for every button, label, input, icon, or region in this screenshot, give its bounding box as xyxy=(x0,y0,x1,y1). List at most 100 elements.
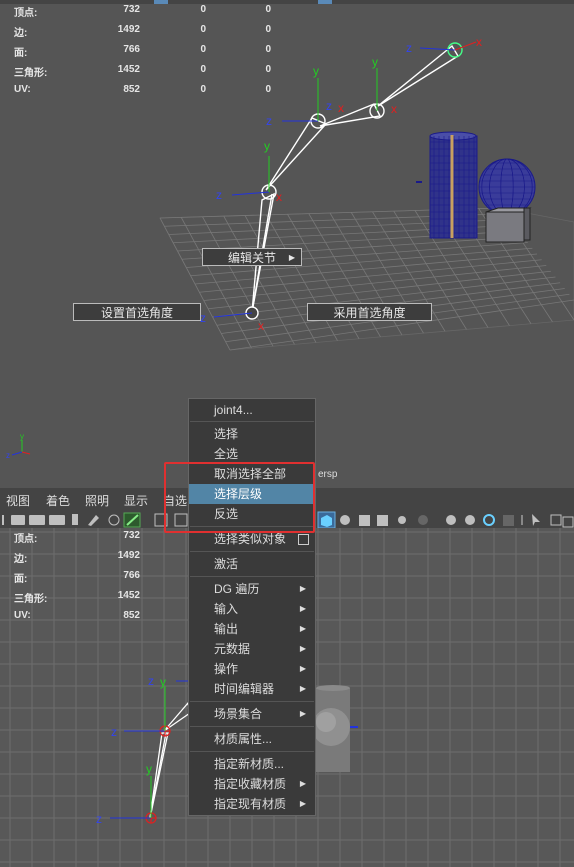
context-menu-item[interactable]: 场景集合 ▶ xyxy=(189,704,315,724)
hud-v2: 0 xyxy=(200,24,206,35)
svg-text:z: z xyxy=(148,674,154,688)
x-axis-label: x xyxy=(391,102,397,116)
context-menu-item[interactable]: 时间编辑器 ▶ xyxy=(189,679,315,699)
set-preferred-angle-item[interactable]: 设置首选角度 xyxy=(73,303,201,321)
hud-v3: 0 xyxy=(265,24,271,35)
hud-v3: 0 xyxy=(265,64,271,75)
xray-icon xyxy=(503,515,514,526)
motion-blur-icon xyxy=(465,515,475,525)
svg-text:z: z xyxy=(111,725,117,739)
use-lights-icon xyxy=(377,515,388,526)
menu-separator xyxy=(190,576,314,577)
hud-row: 顶点: 732 0 0 xyxy=(14,4,271,19)
bookmark-icon xyxy=(72,514,78,525)
context-menu-item[interactable]: 激活 xyxy=(189,554,315,574)
context-menu-title[interactable]: joint4... xyxy=(189,400,315,420)
edit-joint-marking-item[interactable]: 编辑关节 ▶ xyxy=(202,248,302,266)
hud-v3: 0 xyxy=(265,44,271,55)
svg-text:z: z xyxy=(6,451,10,460)
hud-v1: 766 xyxy=(123,44,140,55)
svg-text:y: y xyxy=(160,675,166,689)
hud-row: 面: 766 0 0 xyxy=(14,44,271,59)
joint-chain-bottom xyxy=(149,701,191,819)
context-menu-item[interactable]: 输入 ▶ xyxy=(189,599,315,619)
cylinder-sphere-side xyxy=(312,685,358,772)
x-axis-label: x xyxy=(338,101,344,115)
hud-v1: 852 xyxy=(123,84,140,95)
menu-separator xyxy=(190,726,314,727)
hud-label: UV: xyxy=(14,610,31,621)
menu-show[interactable]: 显示 xyxy=(124,492,148,509)
x-axis-label: x xyxy=(258,319,264,333)
resolution-gate-icon xyxy=(550,514,562,526)
menu-shading[interactable]: 着色 xyxy=(46,492,70,509)
submenu-arrow-icon: ▶ xyxy=(288,253,295,262)
hud-row: 边: 1492 0 0 xyxy=(14,24,271,39)
context-menu-item[interactable]: 输出 ▶ xyxy=(189,619,315,639)
hud-label: UV: xyxy=(14,84,31,95)
context-menu-item[interactable]: 全选 xyxy=(189,444,315,464)
menu-item-label: 输入 xyxy=(214,602,239,616)
x-axis-label: x xyxy=(476,35,482,49)
menu-item-label: 指定收藏材质 xyxy=(214,777,287,791)
hud-v3: 0 xyxy=(265,84,271,95)
menu-item-label: 元数据 xyxy=(214,642,251,656)
hud-v2: 0 xyxy=(200,64,206,75)
context-menu-item[interactable]: 选择 xyxy=(189,424,315,444)
hud-v1: 732 xyxy=(123,530,140,541)
menu-view[interactable]: 视图 xyxy=(6,492,30,509)
ambient-occlusion-icon xyxy=(446,515,456,525)
context-menu-item[interactable]: 指定新材质... xyxy=(189,754,315,774)
hud-v1: 1492 xyxy=(117,24,140,35)
menu-item-label: 操作 xyxy=(214,662,239,676)
menu-item-label: 输出 xyxy=(214,622,239,636)
submenu-arrow-icon: ▶ xyxy=(299,799,306,808)
hud-v1: 1452 xyxy=(117,64,140,75)
context-menu-item[interactable]: 材质属性... xyxy=(189,729,315,749)
camera-lock-icon xyxy=(29,515,45,525)
menu-lighting[interactable]: 照明 xyxy=(85,492,109,509)
z-axis-label: z xyxy=(216,188,222,202)
annotation-highlight-box xyxy=(164,462,315,533)
menu-separator xyxy=(190,551,314,552)
menu-separator xyxy=(190,701,314,702)
menu-item-label: 时间编辑器 xyxy=(214,682,275,696)
hud-label: 三角形: xyxy=(14,594,48,605)
sphere-mesh xyxy=(478,158,536,216)
textured-icon xyxy=(359,515,370,526)
smooth-shade-icon xyxy=(340,515,350,525)
hud-v1: 852 xyxy=(123,610,140,621)
safe-frame-icon xyxy=(562,516,574,528)
context-menu-item[interactable]: DG 遍历 ▶ xyxy=(189,579,315,599)
menu-item-label: 指定现有材质 xyxy=(214,797,287,811)
context-menu-item[interactable]: 元数据 ▶ xyxy=(189,639,315,659)
z-axis-label: z xyxy=(406,41,412,55)
svg-text:z: z xyxy=(96,812,102,826)
context-menu: joint4... 选择 全选 取消选择全部 选择层级 反选 选择类似对象 激活 DG 遍历 ▶ 输… xyxy=(188,398,316,816)
hud-label: 面: xyxy=(14,574,28,585)
menu-item-label: 指定新材质... xyxy=(214,757,285,771)
hud-v2: 0 xyxy=(200,44,206,55)
submenu-arrow-icon: ▶ xyxy=(299,584,306,593)
assume-preferred-angle-item[interactable]: 采用首选角度 xyxy=(307,303,432,321)
y-axis-label: y xyxy=(264,139,270,153)
menu-item-label: 场景集合 xyxy=(214,707,263,721)
menu-item-label: 选择 xyxy=(214,427,239,441)
menu-item-label: 激活 xyxy=(214,557,239,571)
cube-mesh xyxy=(485,207,532,243)
context-menu-item[interactable]: 指定现有材质 ▶ xyxy=(189,794,315,814)
option-box-icon[interactable] xyxy=(298,534,309,545)
z-axis-label: z xyxy=(326,99,332,113)
toolbar-handle-icon xyxy=(2,515,4,525)
hud-v1: 732 xyxy=(123,4,140,15)
menu-separator xyxy=(190,751,314,752)
context-menu-item[interactable]: 操作 ▶ xyxy=(189,659,315,679)
context-menu-item[interactable]: 指定收藏材质 ▶ xyxy=(189,774,315,794)
submenu-arrow-icon: ▶ xyxy=(299,684,306,693)
view-axis-gizmo: y z xyxy=(6,432,31,460)
submenu-arrow-icon: ▶ xyxy=(299,664,306,673)
hud-row: UV: 852 0 0 xyxy=(14,84,271,96)
z-axis-label: z xyxy=(266,114,272,128)
select-camera-icon xyxy=(532,514,540,526)
hud-v2: 0 xyxy=(200,4,206,15)
